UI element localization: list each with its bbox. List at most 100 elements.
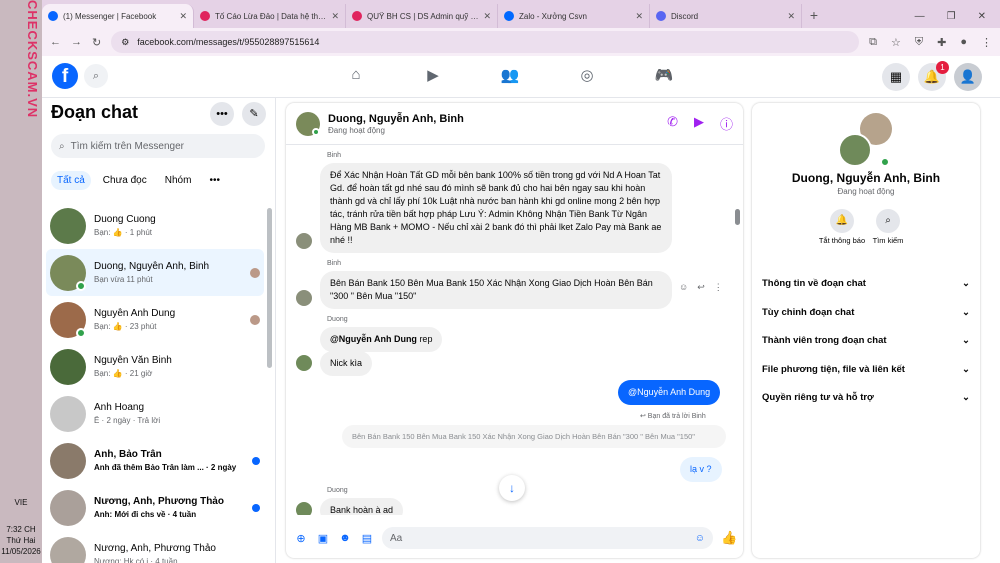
maximize-icon[interactable]: ❐ (947, 11, 956, 22)
conversation-item[interactable]: Nương, Anh, Phương Thảo Nương: Hk có j · … (46, 531, 264, 563)
my-message-bubble[interactable]: lạ v ? (680, 457, 722, 482)
conversation-preview: Bạn: 👍 · 1 phút (94, 228, 152, 237)
chat-search-input[interactable]: ⌕ Tìm kiếm trên Messenger (51, 134, 265, 158)
close-tab-icon[interactable]: ✕ (635, 11, 643, 22)
sender-avatar[interactable] (296, 290, 312, 306)
section-chat-info[interactable]: Thông tin về đoạn chat ⌄ (762, 278, 970, 289)
gaming-icon[interactable]: 🎮 (654, 66, 674, 84)
video-icon[interactable]: ▶ (423, 66, 443, 84)
browser-tab-0[interactable]: (1) Messenger | Facebook ✕ (42, 4, 194, 28)
video-call-icon[interactable]: ▶ (694, 114, 704, 133)
unread-dot (252, 456, 260, 465)
bookmark-star-icon[interactable]: ☆ (891, 36, 901, 49)
language-indicator[interactable]: VIE (0, 497, 42, 508)
search-icon[interactable]: ⌕ (84, 64, 108, 88)
conversation-info-icon[interactable]: ⓘ (720, 114, 733, 133)
friends-icon[interactable]: 👥 (500, 66, 520, 84)
sender-avatar[interactable] (296, 355, 312, 371)
like-thumb-icon[interactable]: 👍 (721, 530, 737, 546)
emoji-icon[interactable]: ☺ (695, 533, 705, 544)
mention[interactable]: @Nguyễn Anh Dung (330, 334, 417, 344)
message-bubble[interactable]: Nick kìa (320, 351, 373, 376)
close-tab-icon[interactable]: ✕ (787, 11, 795, 22)
reply-icon[interactable]: ↩ (697, 282, 705, 293)
more-icon[interactable]: ⋮ (714, 282, 723, 293)
message-bubble[interactable]: Bên Bán Bank 150 Bên Mua Bank 150 Xác Nh… (320, 271, 672, 309)
conversation-item[interactable]: Anh, Bảo Trân Anh đã thêm Bảo Trân làm ..… (46, 437, 264, 484)
sender-avatar[interactable] (296, 502, 312, 515)
extension-icon[interactable]: ⛨ (915, 36, 923, 49)
more-options-icon[interactable]: ••• (210, 102, 234, 126)
forward-icon[interactable]: → (71, 36, 82, 48)
more-filters-icon[interactable]: ••• (203, 171, 226, 190)
message-bubble[interactable]: Bank hoàn à ad (320, 498, 404, 515)
menu-grid-icon[interactable]: ▦ (882, 63, 910, 91)
clock-time[interactable]: 7:32 CH (0, 524, 42, 535)
add-attachment-icon[interactable]: ⊕ (294, 532, 308, 545)
conversation-name: Duong, Nguyễn Anh, Binh (94, 261, 210, 272)
message-input[interactable]: Aa ☺ (382, 527, 713, 549)
browser-tab-3[interactable]: Zalo - Xưởng Csvn ✕ (498, 4, 650, 28)
chat-title[interactable]: Duong, Nguyễn Anh, Binh (328, 113, 464, 125)
my-message-bubble[interactable]: @Nguyễn Anh Dung (618, 380, 721, 405)
close-tab-icon[interactable]: ✕ (483, 11, 491, 22)
search-in-chat-button[interactable]: ⌕ Tìm kiếm (858, 209, 918, 245)
avatar (50, 348, 86, 385)
home-icon[interactable]: ⌂ (346, 66, 366, 84)
filter-groups[interactable]: Nhóm (159, 171, 198, 190)
install-app-icon[interactable]: ⧉ (869, 36, 877, 49)
conversation-preview: Anh đã thêm Bảo Trân làm ... · 2 ngày (94, 463, 237, 472)
section-media[interactable]: File phương tiện, file và liên kết ⌄ (762, 364, 970, 375)
browser-tab-4[interactable]: Discord ✕ (650, 4, 802, 28)
gif-icon[interactable]: ▤ (360, 532, 374, 545)
sender-name: Binh (327, 260, 342, 267)
browser-tab-1[interactable]: Tố Cáo Lừa Đảo | Data hệ thống ✕ (194, 4, 346, 28)
url-field[interactable]: ⚙ facebook.com/messages/t/955028897515614 (111, 31, 860, 53)
section-customize[interactable]: Tùy chỉnh đoạn chat ⌄ (762, 307, 970, 318)
reload-icon[interactable]: ↻ (92, 36, 101, 49)
watermark-logo: CHECKSCAM.VN (25, 0, 40, 119)
conversation-item[interactable]: Duong Cuong Bạn: 👍 · 1 phút (46, 202, 264, 249)
search-icon: ⌕ (59, 140, 65, 152)
filter-all[interactable]: Tất cả (51, 171, 91, 190)
conversation-item[interactable]: Nương, Anh, Phương Thảo Anh: Mới đi chs v… (46, 484, 264, 531)
sticker-icon[interactable]: ☻ (338, 532, 352, 544)
image-icon[interactable]: ▣ (316, 532, 330, 545)
conversation-item[interactable]: Nguyễn Anh Dung Bạn: 👍 · 23 phút (46, 296, 264, 343)
filter-unread[interactable]: Chưa đọc (97, 171, 153, 190)
groups-icon[interactable]: ◎ (577, 66, 597, 84)
minimize-icon[interactable]: — (915, 11, 925, 22)
group-avatar-large[interactable] (838, 113, 892, 167)
browser-tab-2[interactable]: QUỸ BH CS | DS Admin quỹ bảo ✕ (346, 4, 498, 28)
conversation-item[interactable]: Anh Hoang Ê · 2 ngày · Trả lời (46, 390, 264, 437)
sender-avatar[interactable] (296, 233, 312, 249)
section-members[interactable]: Thành viên trong đoạn chat ⌄ (762, 335, 970, 346)
quoted-message[interactable]: Bên Bán Bank 150 Bên Mua Bank 150 Xác Nh… (342, 425, 726, 448)
section-privacy[interactable]: Quyền riêng tư và hỗ trợ ⌄ (762, 392, 970, 403)
message-bubble[interactable]: Để Xác Nhận Hoàn Tất GD mỗi bên bank 100… (320, 163, 672, 253)
puzzle-icon[interactable]: ✚ (937, 36, 946, 49)
new-tab-icon[interactable]: + (802, 4, 826, 28)
conversation-item[interactable]: Nguyễn Văn Binh Bạn: 👍 · 21 giờ (46, 343, 264, 390)
profile-icon[interactable]: ● (960, 36, 967, 49)
conversation-item[interactable]: Duong, Nguyễn Anh, Binh Bạn vừa 11 phút (46, 249, 264, 296)
close-window-icon[interactable]: ✕ (978, 11, 986, 22)
chat-list-scrollbar[interactable] (267, 208, 272, 368)
close-tab-icon[interactable]: ✕ (331, 11, 339, 22)
site-info-icon[interactable]: ⚙ (121, 37, 129, 48)
group-avatar[interactable] (296, 111, 320, 136)
facebook-header: f ⌕ ⌂ ▶ 👥 ◎ 🎮 ▦ 🔔 1 👤 (42, 56, 1000, 98)
close-tab-icon[interactable]: ✕ (179, 11, 187, 22)
menu-kebab-icon[interactable]: ⋮ (981, 36, 992, 49)
voice-call-icon[interactable]: ✆ (667, 114, 678, 133)
new-message-icon[interactable]: ✎ (242, 102, 266, 126)
back-icon[interactable]: ← (50, 36, 61, 48)
chat-scrollbar[interactable] (735, 209, 740, 225)
facebook-logo-icon[interactable]: f (52, 63, 78, 89)
account-avatar[interactable]: 👤 (954, 63, 982, 91)
react-icon[interactable]: ☺ (679, 282, 688, 293)
message-bubble[interactable]: @Nguyễn Anh Dung rep (320, 327, 443, 352)
sender-name: Binh (327, 152, 342, 159)
scroll-down-icon[interactable]: ↓ (499, 475, 525, 501)
notifications-bell-icon[interactable]: 🔔 1 (918, 61, 949, 91)
